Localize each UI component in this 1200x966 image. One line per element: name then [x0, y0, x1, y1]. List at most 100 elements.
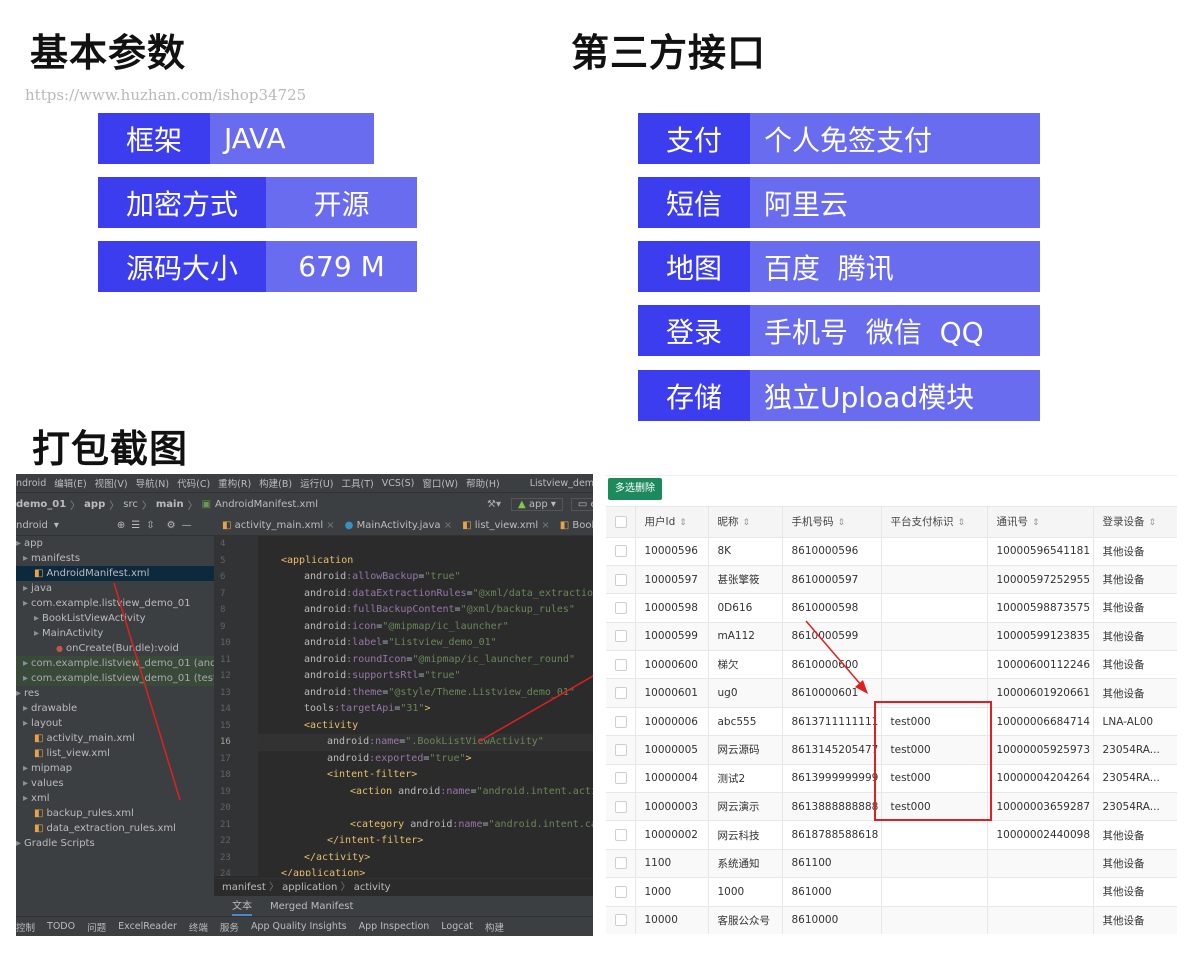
sort-icon[interactable]: ⇕	[838, 518, 846, 528]
sort-icon[interactable]: ⇕	[679, 518, 687, 528]
menu-item[interactable]: ndroid	[16, 478, 46, 489]
tree-item[interactable]: ▸ com.example.listview_demo_01	[16, 596, 214, 611]
locate-icon[interactable]: ⊕	[117, 520, 125, 531]
tree-item[interactable]: ● onCreate(Bundle):void	[16, 641, 214, 656]
table-row[interactable]: 10000600 梯欠 8610000600 10000600112246 其他设备	[606, 650, 1177, 680]
row-checkbox[interactable]	[606, 820, 636, 850]
select-all-checkbox[interactable]	[606, 507, 636, 538]
table-row[interactable]: 10000003 网云演示 8613888888888 test000 10000003…	[606, 792, 1177, 822]
menu-item[interactable]: Listview_demo_01 - Andr	[530, 478, 593, 489]
tree-item[interactable]: ▸ xml	[16, 791, 214, 806]
tool-window-button[interactable]: 服务	[220, 920, 239, 934]
table-row[interactable]: 10000005 网云源码 8613145205477 test000 10000005…	[606, 735, 1177, 765]
collapse-icon[interactable]: ☰	[131, 520, 140, 531]
row-checkbox[interactable]	[606, 565, 636, 595]
tree-item[interactable]: ◧ list_view.xml	[16, 746, 214, 761]
crumb-app[interactable]: app	[84, 499, 105, 510]
row-checkbox[interactable]	[606, 650, 636, 680]
tree-item[interactable]: ◧ activity_main.xml	[16, 731, 214, 746]
row-checkbox[interactable]	[606, 906, 636, 934]
chevron-down-icon[interactable]: ▾	[54, 520, 59, 531]
tree-item[interactable]: ◧ AndroidManifest.xml	[16, 566, 214, 581]
editor-crumb[interactable]: manifest	[222, 882, 266, 893]
tree-item[interactable]: ◧ backup_rules.xml	[16, 806, 214, 821]
project-view-select[interactable]: ndroid	[16, 520, 48, 531]
tree-item[interactable]: ▸ manifests	[16, 551, 214, 566]
editor-tab[interactable]: ◧ BookListV	[560, 520, 593, 531]
menu-item[interactable]: 视图(V)	[95, 476, 128, 490]
crumb-src[interactable]: src	[123, 499, 138, 510]
table-row[interactable]: 10000006 abc555 8613711111111 test000 100000…	[606, 707, 1177, 737]
tool-window-button[interactable]: TODO	[47, 921, 75, 932]
tool-window-button[interactable]: 终端	[189, 920, 208, 934]
column-header[interactable]: 用户Id ⇕	[635, 507, 709, 538]
table-row[interactable]: 10000598 0D616 8610000598 10000598873575 其他设…	[606, 593, 1177, 623]
tree-item[interactable]: ▸ res	[16, 686, 214, 701]
tool-window-button[interactable]: Logcat	[441, 921, 473, 932]
table-row[interactable]: 10000596 8K 8610000596 10000596541181 其他设备	[606, 537, 1177, 566]
tab-merged-manifest[interactable]: Merged Manifest	[270, 901, 353, 912]
table-row[interactable]: 10000 客服公众号 8610000 其他设备	[606, 906, 1177, 934]
column-header[interactable]: 昵称 ⇕	[708, 507, 783, 538]
column-header[interactable]: 手机号码 ⇕	[782, 507, 882, 538]
close-icon[interactable]: ×	[323, 520, 334, 531]
row-checkbox[interactable]	[606, 678, 636, 708]
expand-icon[interactable]: ⇳	[146, 520, 154, 531]
tree-item[interactable]: ▸ BookListViewActivity	[16, 611, 214, 626]
crumb-main[interactable]: main	[156, 499, 184, 510]
tree-item[interactable]: ▸ Gradle Scripts	[16, 836, 214, 851]
table-row[interactable]: 1100 系统通知 861100 其他设备	[606, 849, 1177, 879]
row-checkbox[interactable]	[606, 877, 636, 907]
menu-item[interactable]: VCS(S)	[382, 478, 415, 489]
column-header[interactable]: 平台支付标识 ⇕	[881, 507, 988, 538]
code-area[interactable]: <application android:allowBackup="true" an…	[258, 536, 593, 876]
row-checkbox[interactable]	[606, 764, 636, 794]
tree-item[interactable]: ◧ data_extraction_rules.xml	[16, 821, 214, 836]
table-row[interactable]: 10000601 ug0 8610000601 10000601920661 其他设备	[606, 678, 1177, 708]
table-row[interactable]: 10000599 mA112 8610000599 10000599123835 其他设…	[606, 622, 1177, 652]
sort-icon[interactable]: ⇕	[743, 518, 751, 528]
table-row[interactable]: 1000 1000 861000 其他设备	[606, 877, 1177, 907]
tree-item[interactable]: ▸ com.example.listview_demo_01 (androidT	[16, 656, 242, 671]
menu-item[interactable]: 编辑(E)	[54, 476, 86, 490]
sort-icon[interactable]: ⇕	[958, 518, 966, 528]
tool-window-button[interactable]: 构建	[485, 920, 504, 934]
close-icon[interactable]: ×	[441, 520, 452, 531]
tool-window-button[interactable]: ExcelReader	[118, 921, 177, 932]
tab-text[interactable]: 文本	[232, 897, 252, 916]
menu-item[interactable]: 重构(R)	[218, 476, 251, 490]
tree-item[interactable]: ▸ java	[16, 581, 214, 596]
device-select[interactable]: ▭ emulator-55	[570, 498, 593, 511]
column-header[interactable]: 通讯号 ⇕	[987, 507, 1094, 538]
row-checkbox[interactable]	[606, 622, 636, 652]
tool-window-button[interactable]: 控制	[16, 920, 35, 934]
column-header[interactable]: 登录设备 ⇕	[1093, 507, 1177, 538]
build-hammer-icon[interactable]: ⚒▾	[487, 499, 501, 510]
sort-icon[interactable]: ⇕	[1032, 518, 1040, 528]
menu-item[interactable]: 窗口(W)	[422, 476, 458, 490]
tree-item[interactable]: ▸ layout	[16, 716, 214, 731]
menu-item[interactable]: 导航(N)	[136, 476, 170, 490]
editor-tab[interactable]: ◧ list_view.xml ×	[462, 520, 550, 531]
tool-window-button[interactable]: 问题	[87, 920, 106, 934]
tool-window-button[interactable]: App Quality Insights	[251, 921, 347, 932]
crumb-file[interactable]: AndroidManifest.xml	[215, 499, 318, 510]
editor-tab[interactable]: ● MainActivity.java ×	[345, 520, 452, 531]
row-checkbox[interactable]	[606, 792, 636, 822]
tree-item[interactable]: ▸ drawable	[16, 701, 214, 716]
tree-item[interactable]: ▸ values	[16, 776, 214, 791]
menu-item[interactable]: 帮助(H)	[466, 476, 500, 490]
close-icon[interactable]: ×	[538, 520, 549, 531]
tool-window-button[interactable]: App Inspection	[359, 921, 430, 932]
table-row[interactable]: 10000004 测试2 8613999999999 test000 100000042…	[606, 764, 1177, 794]
tree-item[interactable]: ▸ app	[16, 536, 214, 551]
gear-icon[interactable]: ⚙	[167, 520, 176, 531]
row-checkbox[interactable]	[606, 735, 636, 765]
hide-icon[interactable]: —	[182, 520, 192, 531]
table-row[interactable]: 10000002 网云科技 8618788588618 10000002440098 其…	[606, 820, 1177, 850]
editor-crumb[interactable]: application	[282, 882, 337, 893]
batch-delete-button[interactable]: 多选删除	[608, 478, 662, 500]
menu-item[interactable]: 运行(U)	[300, 476, 333, 490]
editor-tab[interactable]: ◧ activity_main.xml ×	[222, 520, 335, 531]
sort-icon[interactable]: ⇕	[1149, 518, 1157, 528]
